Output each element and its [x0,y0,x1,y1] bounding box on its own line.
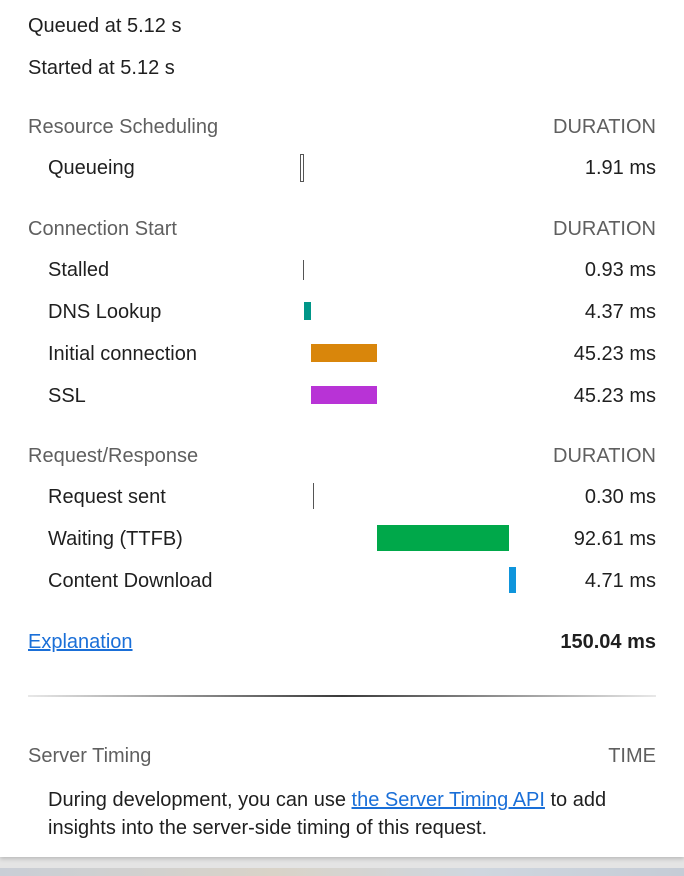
row-value: 45.23 ms [573,385,656,407]
section-title: Request/Response [28,445,199,467]
row-label: Content Download [48,570,213,592]
row-value: 0.30 ms [584,486,656,508]
background-strip [0,868,684,876]
row-value: 4.71 ms [584,570,656,592]
timing-row-queueing: Queueing 1.91 ms [0,154,684,182]
explanation-link[interactable]: Explanation [28,630,133,654]
queued-at-text: Queued at 5.12 s [28,15,182,37]
duration-column-header: DURATION [553,116,656,138]
row-label: Request sent [48,486,166,508]
description-text-start: During development, you can use [48,789,352,811]
section-title: Resource Scheduling [28,116,219,138]
timing-row-request-sent: Request sent 0.30 ms [0,483,684,511]
queueing-bar [300,154,304,182]
row-label: DNS Lookup [48,301,162,323]
duration-column-header: DURATION [553,218,656,240]
section-header-request-response: Request/Response DURATION [28,444,656,468]
request-sent-bar [313,483,314,509]
duration-column-header: DURATION [553,445,656,467]
timing-row-dns-lookup: DNS Lookup 4.37 ms [0,298,684,326]
row-value: 92.61 ms [573,528,656,550]
section-title: Connection Start [28,218,177,240]
row-value: 0.93 ms [584,259,656,281]
section-header-connection-start: Connection Start DURATION [28,217,656,241]
section-title: Server Timing [28,745,152,767]
row-label: Waiting (TTFB) [48,528,183,550]
dns-lookup-bar [304,302,311,320]
row-label: Stalled [48,259,110,281]
timing-row-initial-connection: Initial connection 45.23 ms [0,340,684,368]
started-at-text: Started at 5.12 s [28,57,175,79]
timing-row-ssl: SSL 45.23 ms [0,382,684,410]
timing-row-stalled: Stalled 0.93 ms [0,256,684,284]
section-header-server-timing: Server Timing TIME [28,744,656,768]
divider [28,695,656,697]
waiting-ttfb-bar [377,525,509,551]
row-value: 4.37 ms [584,301,656,323]
section-header-resource-scheduling: Resource Scheduling DURATION [28,115,656,139]
content-download-bar [509,567,516,593]
timing-row-content-download: Content Download 4.71 ms [0,567,684,595]
timing-panel: Queued at 5.12 s Started at 5.12 s Resou… [0,0,684,857]
time-column-header: TIME [608,745,656,767]
row-label: Initial connection [48,343,197,365]
initial-connection-bar [311,344,377,362]
row-value: 45.23 ms [573,343,656,365]
server-timing-api-link[interactable]: the Server Timing API [352,789,545,811]
ssl-bar [311,386,377,404]
row-label: SSL [48,385,86,407]
total-duration: 150.04 ms [560,631,656,653]
stalled-bar [303,260,304,280]
row-label: Queueing [48,157,135,179]
row-value: 1.91 ms [584,157,656,179]
server-timing-description: During development, you can use the Serv… [48,786,648,842]
timing-row-waiting-ttfb: Waiting (TTFB) 92.61 ms [0,525,684,553]
